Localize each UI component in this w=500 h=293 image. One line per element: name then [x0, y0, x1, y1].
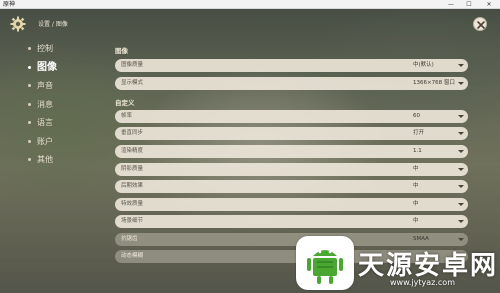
dropdown-arrow-icon[interactable] [458, 203, 464, 206]
setting-value: 中 [413, 218, 419, 224]
settings-menu: 控制 图像 声音 消息 语言 账户 其他 [28, 43, 57, 173]
setting-row-render-resolution[interactable]: 渲染精度 1.1 [115, 145, 468, 158]
setting-row-display-mode[interactable]: 显示模式 1366×768 窗口 [115, 77, 468, 90]
dropdown-arrow-icon[interactable] [458, 185, 464, 188]
menu-item-account[interactable]: 账户 [28, 136, 57, 155]
bullet-icon [28, 65, 31, 69]
bullet-icon [28, 84, 31, 87]
setting-label: 抗锯齿 [121, 236, 138, 242]
menu-item-label: 消息 [37, 99, 53, 109]
setting-value: 中 [413, 166, 419, 172]
setting-label: 图像质量 [121, 62, 144, 68]
menu-item-label: 其他 [37, 155, 53, 164]
setting-row-shadow-quality[interactable]: 阴影质量 中 [115, 163, 468, 176]
setting-value: 60 [413, 113, 420, 119]
menu-item-controls[interactable]: 控制 [28, 43, 57, 62]
dropdown-arrow-icon[interactable] [458, 220, 464, 223]
menu-item-graphics[interactable]: 图像 [28, 62, 57, 81]
window-title: 原神 [3, 1, 16, 8]
setting-row-vsync[interactable]: 垂直同步 打开 [115, 127, 468, 140]
minimize-button[interactable]: — [444, 0, 458, 9]
setting-row-effects-quality[interactable]: 特效质量 中 [115, 198, 468, 211]
section-title-custom: 自定义 [115, 99, 135, 107]
bullet-icon [28, 158, 31, 161]
setting-row-post-processing[interactable]: 后期效果 中 [115, 180, 468, 193]
menu-item-other[interactable]: 其他 [28, 154, 57, 173]
menu-item-label: 账户 [37, 136, 53, 146]
setting-label: 帧率 [121, 113, 133, 119]
bullet-icon [28, 102, 31, 106]
breadcrumb: 设置 / 图像 [38, 21, 68, 28]
menu-item-label: 语言 [37, 118, 53, 127]
dropdown-arrow-icon[interactable] [458, 168, 464, 171]
setting-value: 打开 [413, 130, 425, 136]
bullet-icon [28, 139, 31, 143]
menu-item-label: 控制 [37, 44, 53, 53]
setting-label: 动态模糊 [121, 253, 144, 259]
dropdown-arrow-icon[interactable] [458, 132, 464, 135]
setting-row-scene-detail[interactable]: 场景细节 中 [115, 215, 468, 228]
dropdown-arrow-icon[interactable] [458, 82, 464, 85]
android-logo-icon [307, 250, 343, 284]
section-title-image: 图像 [115, 47, 128, 55]
bullet-icon [28, 121, 31, 124]
dropdown-arrow-icon[interactable] [458, 238, 464, 241]
setting-row-image-quality[interactable]: 图像质量 中(默认) [115, 59, 468, 72]
setting-label: 后期效果 [121, 183, 144, 189]
setting-label: 特效质量 [121, 201, 144, 207]
window-close-button[interactable]: ✕ [482, 0, 496, 9]
watermark-brand: 天源安卓网 [358, 251, 499, 281]
menu-item-label: 声音 [37, 81, 53, 90]
setting-label: 渲染精度 [121, 148, 144, 154]
setting-label: 场景细节 [121, 218, 144, 224]
setting-value: 1366×768 窗口 [413, 80, 455, 86]
gear-icon [10, 16, 26, 32]
setting-value: 中 [413, 201, 419, 207]
setting-row-frame-rate[interactable]: 帧率 60 [115, 110, 468, 123]
menu-item-language[interactable]: 语言 [28, 117, 57, 136]
close-icon [477, 21, 485, 29]
setting-value: 中(默认) [413, 62, 434, 68]
watermark-logo [296, 236, 354, 290]
menu-item-messages[interactable]: 消息 [28, 99, 57, 118]
setting-value: 中 [413, 183, 419, 189]
setting-value: 1.1 [413, 148, 422, 154]
watermark-url: www.jytyaz.com [390, 278, 455, 287]
close-button[interactable] [473, 17, 487, 31]
window-titlebar: 原神 — ☐ ✕ [0, 0, 500, 9]
menu-item-audio[interactable]: 声音 [28, 80, 57, 99]
dropdown-arrow-icon[interactable] [458, 150, 464, 153]
dropdown-arrow-icon[interactable] [458, 115, 464, 118]
maximize-button[interactable]: ☐ [462, 0, 476, 9]
menu-item-label: 图像 [37, 61, 57, 73]
dropdown-arrow-icon[interactable] [458, 64, 464, 67]
setting-label: 阴影质量 [121, 166, 144, 172]
setting-label: 显示模式 [121, 80, 144, 86]
bullet-icon [28, 47, 31, 50]
setting-label: 垂直同步 [121, 130, 144, 136]
